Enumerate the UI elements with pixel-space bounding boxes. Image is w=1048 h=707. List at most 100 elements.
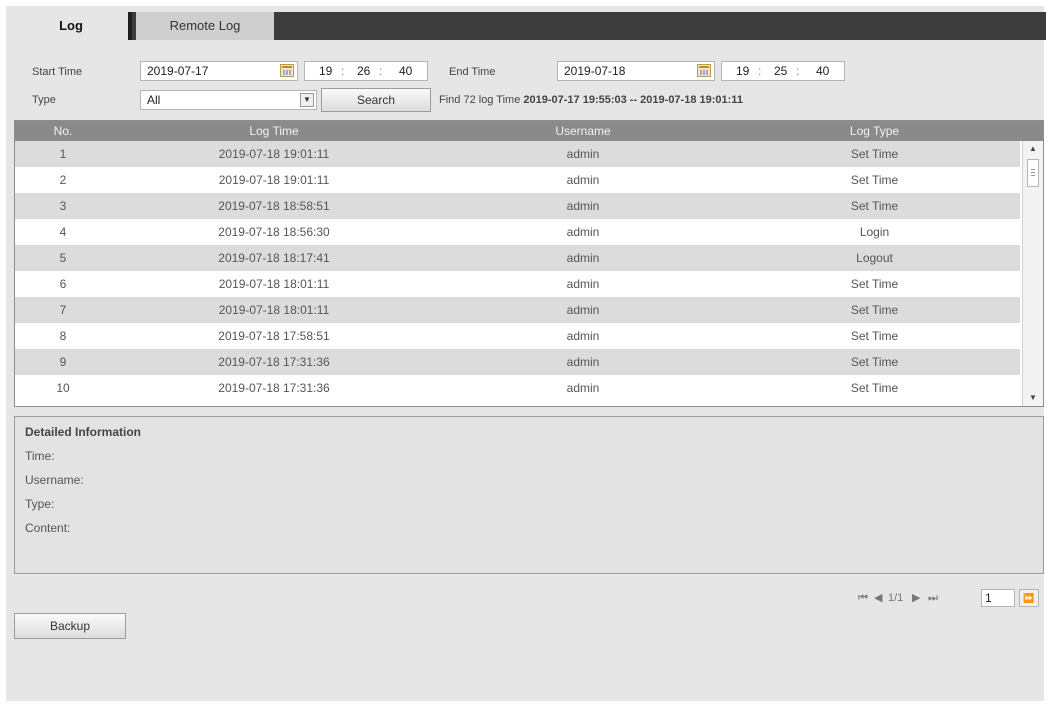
start-minute[interactable]: 26 xyxy=(357,62,370,80)
end-time-field[interactable]: 19 : 25 : 40 xyxy=(721,61,845,81)
cell-no: 4 xyxy=(59,225,67,239)
end-date-value: 2019-07-18 xyxy=(564,64,626,78)
cell-username: admin xyxy=(566,173,600,187)
start-hour[interactable]: 19 xyxy=(319,62,332,80)
table-row[interactable]: 4 2019-07-18 18:56:30 admin Login xyxy=(15,219,1020,245)
cell-log-time: 2019-07-18 19:01:11 xyxy=(218,173,330,187)
table-row[interactable]: 2 2019-07-18 19:01:11 admin Set Time xyxy=(15,167,1020,193)
table-row[interactable]: 8 2019-07-18 17:58:51 admin Set Time xyxy=(15,323,1020,349)
page-number-input[interactable]: 1 xyxy=(981,589,1015,607)
detail-time-label: Time: xyxy=(25,449,55,463)
next-page-icon[interactable]: ▶ xyxy=(912,589,920,607)
type-label: Type xyxy=(32,94,56,106)
cell-log-type: Set Time xyxy=(850,277,899,291)
calendar-icon[interactable] xyxy=(697,64,711,77)
log-panel: Log Remote Log Start Time 2019-07-17 19 … xyxy=(6,6,1046,701)
end-date-field[interactable]: 2019-07-18 xyxy=(557,61,715,81)
cell-no: 1 xyxy=(59,147,67,161)
result-time-range: 2019-07-17 19:55:03 -- 2019-07-18 19:01:… xyxy=(523,94,743,106)
last-page-icon[interactable]: ⏭ xyxy=(928,589,938,607)
pagination: ⏮ ◀ 1/1 ▶ ⏭ xyxy=(858,589,978,607)
column-header-no[interactable]: No. xyxy=(15,121,111,141)
time-separator: : xyxy=(379,64,383,78)
scroll-up-icon[interactable]: ▲ xyxy=(1027,143,1039,155)
scrollbar-thumb[interactable] xyxy=(1027,159,1039,187)
table-row[interactable]: 5 2019-07-18 18:17:41 admin Logout xyxy=(15,245,1020,271)
table-row[interactable]: 6 2019-07-18 18:01:11 admin Set Time xyxy=(15,271,1020,297)
table-row[interactable]: 7 2019-07-18 18:01:11 admin Set Time xyxy=(15,297,1020,323)
cell-log-type: Logout xyxy=(856,251,893,265)
tab-bar: Log Remote Log xyxy=(14,12,1046,40)
type-select-value: All xyxy=(147,93,161,107)
cell-no: 5 xyxy=(59,251,67,265)
cell-log-time: 2019-07-18 19:01:11 xyxy=(218,147,330,161)
column-header-log-time[interactable]: Log Time xyxy=(111,121,437,141)
prev-page-icon[interactable]: ◀ xyxy=(874,589,882,607)
cell-log-type: Set Time xyxy=(850,303,899,317)
cell-log-type: Set Time xyxy=(850,355,899,369)
start-date-value: 2019-07-17 xyxy=(147,64,209,78)
go-page-icon[interactable]: ⏩ xyxy=(1019,589,1039,607)
cell-no: 10 xyxy=(56,381,70,395)
cell-no: 7 xyxy=(59,303,67,317)
type-select[interactable]: All ▼ xyxy=(140,90,317,110)
cell-no: 9 xyxy=(59,355,67,369)
result-count-text: Find 72 log Time xyxy=(439,94,521,106)
table-scrollbar[interactable]: ▲ ▼ xyxy=(1022,141,1043,406)
cell-log-time: 2019-07-18 17:58:51 xyxy=(218,329,330,343)
table-row[interactable]: 9 2019-07-18 17:31:36 admin Set Time xyxy=(15,349,1020,375)
cell-log-type: Set Time xyxy=(850,199,899,213)
time-separator: : xyxy=(758,64,762,78)
detailed-information-panel: Detailed Information Time: Username: Typ… xyxy=(14,416,1044,574)
table-row[interactable]: 3 2019-07-18 18:58:51 admin Set Time xyxy=(15,193,1020,219)
detailed-information-title: Detailed Information xyxy=(25,425,142,439)
calendar-icon[interactable] xyxy=(280,64,294,77)
tab-log[interactable]: Log xyxy=(14,12,132,40)
cell-log-time: 2019-07-18 18:01:11 xyxy=(218,277,330,291)
cell-log-time: 2019-07-18 18:58:51 xyxy=(218,199,330,213)
cell-log-type: Set Time xyxy=(850,147,899,161)
end-time-label: End Time xyxy=(449,66,496,78)
log-table: No. Log Time Username Log Type 1 2019-07… xyxy=(14,120,1044,407)
detail-type-label: Type: xyxy=(25,497,55,511)
column-header-log-type[interactable]: Log Type xyxy=(729,121,1020,141)
time-separator: : xyxy=(341,64,345,78)
search-result-summary: Find 72 log Time 2019-07-17 19:55:03 -- … xyxy=(439,94,743,106)
table-row[interactable]: 1 2019-07-18 19:01:11 admin Set Time xyxy=(15,141,1020,167)
cell-username: admin xyxy=(566,225,600,239)
search-button[interactable]: Search xyxy=(321,88,431,112)
tab-remote-log[interactable]: Remote Log xyxy=(136,12,274,40)
cell-log-type: Set Time xyxy=(850,173,899,187)
first-page-icon[interactable]: ⏮ xyxy=(858,589,868,607)
start-time-label: Start Time xyxy=(32,66,83,78)
start-time-field[interactable]: 19 : 26 : 40 xyxy=(304,61,428,81)
cell-username: admin xyxy=(566,381,600,395)
cell-log-type: Set Time xyxy=(850,329,899,343)
detail-username-label: Username: xyxy=(25,473,84,487)
table-row[interactable]: 10 2019-07-18 17:31:36 admin Set Time xyxy=(15,375,1020,401)
start-date-field[interactable]: 2019-07-17 xyxy=(140,61,298,81)
cell-username: admin xyxy=(566,199,600,213)
end-second[interactable]: 40 xyxy=(816,62,829,80)
table-header: No. Log Time Username Log Type xyxy=(15,121,1043,141)
cell-username: admin xyxy=(566,355,600,369)
cell-username: admin xyxy=(566,147,600,161)
cell-username: admin xyxy=(566,277,600,291)
cell-no: 8 xyxy=(59,329,67,343)
scroll-down-icon[interactable]: ▼ xyxy=(1027,392,1039,404)
cell-log-time: 2019-07-18 18:01:11 xyxy=(218,303,330,317)
cell-log-type: Login xyxy=(859,225,890,239)
cell-log-time: 2019-07-18 17:31:36 xyxy=(218,355,330,369)
cell-log-time: 2019-07-18 17:31:36 xyxy=(218,381,330,395)
cell-username: admin xyxy=(566,329,600,343)
backup-button[interactable]: Backup xyxy=(14,613,126,639)
time-separator: : xyxy=(796,64,800,78)
start-second[interactable]: 40 xyxy=(399,62,412,80)
page-info: 1/1 xyxy=(888,592,904,604)
cell-username: admin xyxy=(566,251,600,265)
end-hour[interactable]: 19 xyxy=(736,62,749,80)
end-minute[interactable]: 25 xyxy=(774,62,787,80)
cell-no: 3 xyxy=(59,199,67,213)
column-header-username[interactable]: Username xyxy=(437,121,729,141)
chevron-down-icon[interactable]: ▼ xyxy=(300,93,314,107)
